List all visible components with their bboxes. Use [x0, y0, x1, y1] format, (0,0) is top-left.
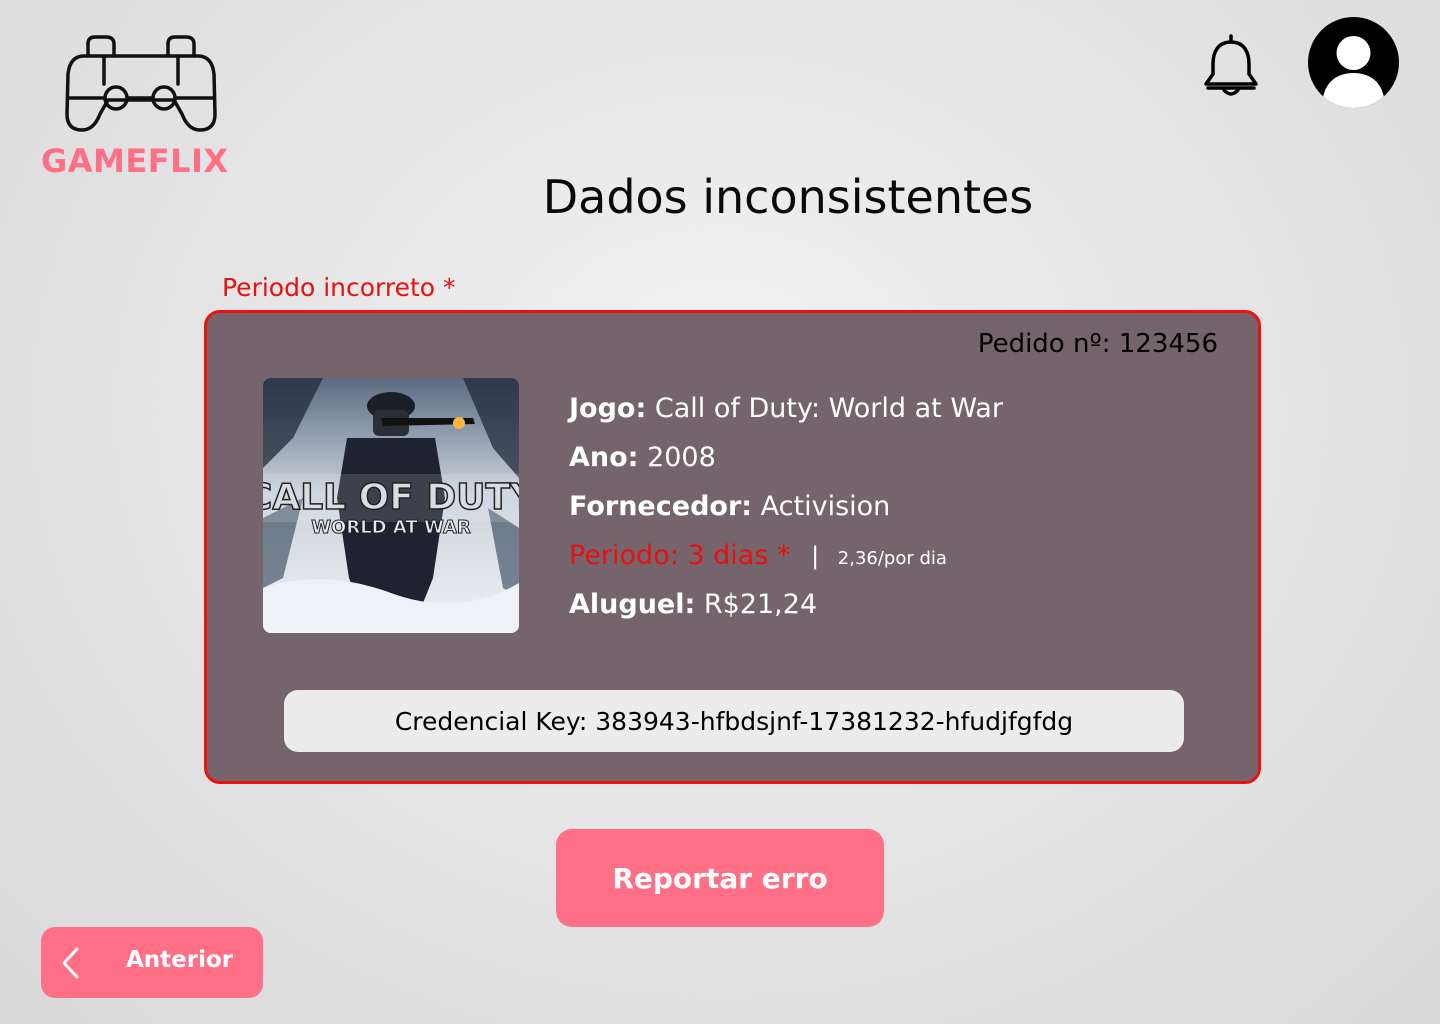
game-key: Jogo:	[569, 393, 647, 424]
supplier-row: Fornecedor: Activision	[569, 489, 1003, 538]
supplier-key: Fornecedor:	[569, 491, 753, 522]
bell-icon[interactable]	[1200, 32, 1262, 102]
game-row: Jogo: Call of Duty: World at War	[569, 391, 1003, 440]
period-row: Periodo: 3 dias * | 2,36/por dia	[569, 538, 1003, 587]
previous-label: Anterior	[126, 947, 234, 973]
year-row: Ano: 2008	[569, 440, 1003, 489]
year-key: Ano:	[569, 442, 639, 473]
order-details: Jogo: Call of Duty: World at War Ano: 20…	[569, 391, 1003, 636]
chevron-left-icon	[61, 947, 81, 985]
game-cover-image: CALL OF DUTY WORLD AT WAR	[263, 378, 519, 633]
cover-subtitle: WORLD AT WAR	[311, 517, 471, 538]
year-value: 2008	[647, 442, 716, 473]
separator: |	[811, 542, 820, 570]
order-card: Pedido nº: 123456 CALL OF DUTY	[204, 310, 1261, 784]
gamepad-icon	[65, 35, 217, 132]
report-error-button[interactable]: Reportar erro	[556, 829, 884, 927]
game-value: Call of Duty: World at War	[654, 393, 1003, 424]
cover-title: CALL OF DUTY	[263, 477, 519, 518]
period-value: Periodo: 3 dias *	[569, 540, 791, 571]
rent-row: Aluguel: R$21,24	[569, 587, 1003, 636]
brand-logo[interactable]: GAMEFLIX	[40, 30, 250, 180]
order-number: Pedido nº: 123456	[977, 329, 1218, 359]
daily-rate: 2,36/por dia	[837, 548, 947, 569]
supplier-value: Activision	[760, 491, 891, 522]
rent-value: R$21,24	[703, 589, 818, 620]
rent-key: Aluguel:	[569, 589, 696, 620]
error-label: Periodo incorreto *	[222, 273, 456, 302]
previous-button[interactable]: Anterior	[41, 927, 263, 998]
page-title: Dados inconsistentes	[542, 170, 1034, 224]
credential-key-field[interactable]: Credencial Key: 383943-hfbdsjnf-17381232…	[284, 690, 1184, 752]
user-avatar-icon[interactable]	[1308, 17, 1399, 108]
